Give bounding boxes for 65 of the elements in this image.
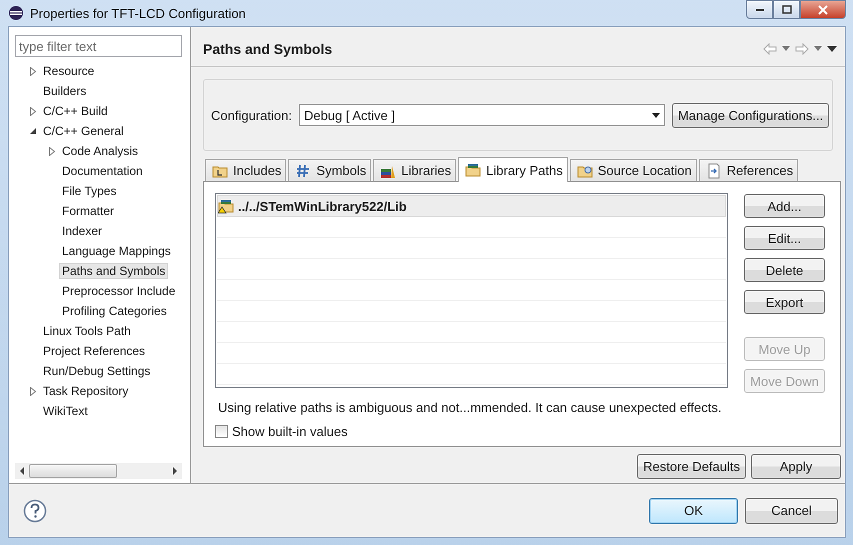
horizontal-scrollbar[interactable]: [15, 463, 182, 479]
cancel-button[interactable]: Cancel: [745, 498, 838, 524]
book-folder-warning-icon: [218, 198, 236, 214]
scroll-left-icon[interactable]: [19, 467, 25, 475]
tree-item[interactable]: Documentation: [59, 163, 146, 179]
back-arrow-icon[interactable]: [763, 42, 777, 54]
tree-item[interactable]: C/C++ General: [40, 123, 127, 139]
tree-item[interactable]: Linux Tools Path: [40, 323, 134, 339]
list-action-button[interactable]: Delete: [744, 258, 825, 282]
collapse-arrow-icon[interactable]: [29, 127, 37, 135]
tree-item[interactable]: Paths and Symbols: [59, 263, 168, 279]
list-action-button[interactable]: Edit...: [744, 226, 825, 250]
tree-item[interactable]: WikiText: [40, 403, 91, 419]
ok-button[interactable]: OK: [649, 498, 738, 524]
tree-item[interactable]: Preprocessor Include: [59, 283, 178, 299]
view-menu-icon[interactable]: [827, 46, 837, 52]
close-icon: [818, 4, 828, 14]
tab[interactable]: Library Paths: [458, 157, 568, 182]
book-folder-icon: [465, 162, 482, 178]
warning-message: Using relative paths is ambiguous and not...mmended. It can cause unexpected effects.: [217, 400, 722, 415]
tree-item[interactable]: Formatter: [59, 203, 118, 219]
tree-item[interactable]: C/C++ Build: [40, 103, 111, 119]
expand-arrow-icon[interactable]: [29, 386, 37, 396]
maximize-button[interactable]: [773, 0, 800, 19]
tree-item[interactable]: Code Analysis: [59, 143, 142, 159]
tree-item[interactable]: Task Repository: [40, 383, 132, 399]
hash-icon: [295, 162, 312, 178]
tree-item[interactable]: Project References: [40, 343, 148, 359]
dropdown-caret-icon[interactable]: [652, 112, 660, 118]
expand-arrow-icon[interactable]: [48, 146, 56, 156]
library-path-item[interactable]: ../../STemWinLibrary522/Lib: [217, 195, 726, 217]
tree-item[interactable]: Language Mappings: [59, 243, 174, 259]
tab[interactable]: Source Location: [570, 159, 697, 181]
app-icon: [8, 5, 24, 21]
tree-item[interactable]: Builders: [40, 83, 90, 99]
tree-item[interactable]: Profiling Categories: [59, 303, 170, 319]
window-title: Properties for TFT-LCD Configuration: [30, 6, 246, 20]
tab[interactable]: References: [698, 159, 798, 181]
minimize-icon: [754, 8, 764, 12]
close-button[interactable]: [800, 0, 846, 19]
restore-defaults-button[interactable]: Restore Defaults: [637, 454, 746, 479]
tree-item[interactable]: File Types: [59, 183, 120, 199]
maximize-icon: [782, 5, 792, 14]
tree-item[interactable]: Indexer: [59, 223, 106, 239]
forward-arrow-icon[interactable]: [795, 42, 809, 54]
page-title: Paths and Symbols: [203, 40, 332, 56]
tab[interactable]: Libraries: [373, 159, 456, 181]
filter-field[interactable]: type filter text: [15, 35, 182, 57]
expand-arrow-icon[interactable]: [29, 106, 37, 116]
checkbox[interactable]: [215, 425, 228, 438]
tree-item[interactable]: Run/Debug Settings: [40, 363, 154, 379]
list-action-button[interactable]: Export: [744, 290, 825, 314]
checkbox-label: Show built-in values: [232, 424, 348, 439]
expand-arrow-icon[interactable]: [29, 66, 37, 76]
configuration-label: Configuration:: [211, 108, 292, 122]
help-icon[interactable]: [23, 498, 47, 522]
manage-configurations-button[interactable]: Manage Configurations...: [672, 102, 830, 128]
tab[interactable]: Includes: [205, 159, 286, 181]
list-action-button[interactable]: Add...: [744, 194, 825, 218]
tab[interactable]: Symbols: [288, 159, 372, 181]
tree-item[interactable]: Resource: [40, 63, 98, 79]
apply-button[interactable]: Apply: [751, 454, 841, 479]
minimize-button[interactable]: [746, 0, 773, 19]
configuration-dropdown[interactable]: Debug [ Active ]: [298, 104, 665, 126]
scroll-right-icon[interactable]: [172, 467, 178, 475]
